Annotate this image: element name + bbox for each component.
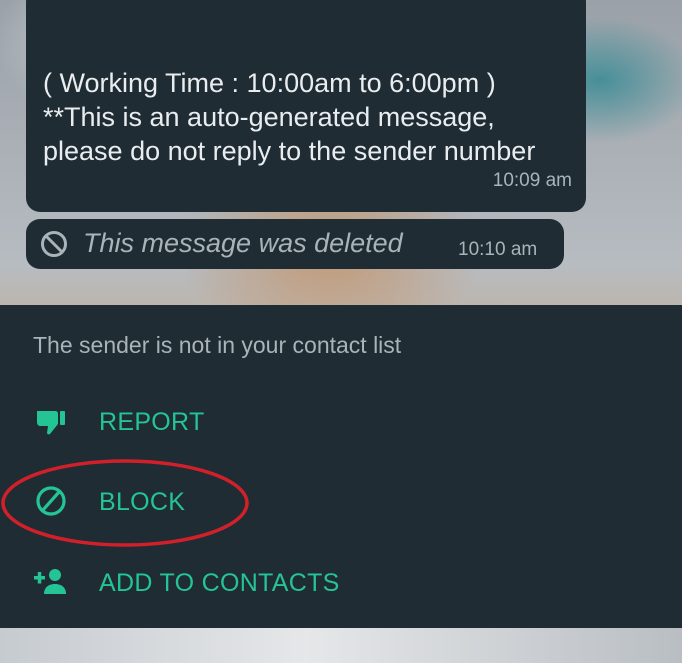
unknown-sender-panel: The sender is not in your contact list R…	[0, 305, 682, 628]
incoming-message-bubble[interactable]: ( Working Time : 10:00am to 6:00pm ) **T…	[26, 0, 586, 212]
deleted-message-icon	[41, 231, 67, 257]
add-to-contacts-label: ADD TO CONTACTS	[99, 569, 340, 597]
report-label: REPORT	[99, 408, 205, 436]
add-to-contacts-button[interactable]: ADD TO CONTACTS	[0, 552, 682, 612]
thumbs-down-icon	[37, 411, 65, 435]
block-icon	[36, 486, 66, 516]
message-timestamp: 10:09 am	[492, 170, 572, 191]
deleted-message-timestamp: 10:10 am	[458, 239, 538, 260]
unknown-sender-note: The sender is not in your contact list	[33, 332, 402, 358]
block-button[interactable]: BLOCK	[0, 471, 682, 531]
add-person-icon	[34, 569, 66, 594]
message-text: ( Working Time : 10:00am to 6:00pm ) **T…	[43, 68, 536, 166]
deleted-message-bubble[interactable]: This message was deleted 10:10 am	[26, 219, 564, 269]
deleted-message-text: This message was deleted	[83, 228, 403, 258]
block-label: BLOCK	[99, 488, 186, 516]
chat-wallpaper-bottom	[0, 628, 682, 663]
report-button[interactable]: REPORT	[0, 391, 682, 451]
